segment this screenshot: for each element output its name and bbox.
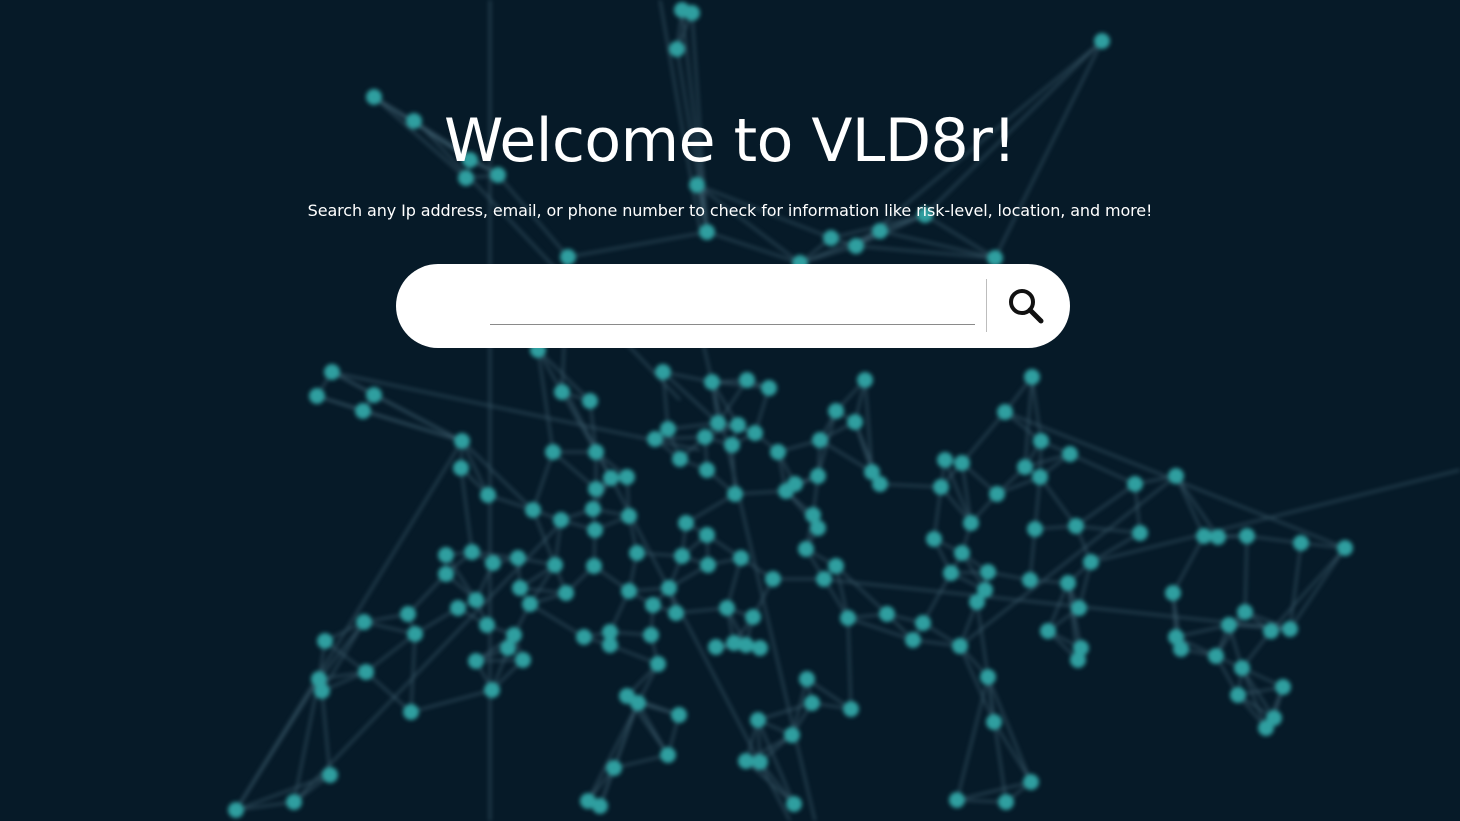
hero-section: Welcome to VLD8r! Search any Ip address,…	[0, 0, 1460, 821]
search-divider	[986, 279, 987, 332]
page-title: Welcome to VLD8r!	[444, 106, 1016, 176]
search-button[interactable]	[996, 278, 1056, 334]
page: Welcome to VLD8r! Search any Ip address,…	[0, 0, 1460, 821]
search-input[interactable]	[490, 286, 975, 325]
search-icon	[996, 286, 1056, 326]
search-bar	[396, 264, 1070, 348]
page-subtitle: Search any Ip address, email, or phone n…	[307, 201, 1153, 220]
